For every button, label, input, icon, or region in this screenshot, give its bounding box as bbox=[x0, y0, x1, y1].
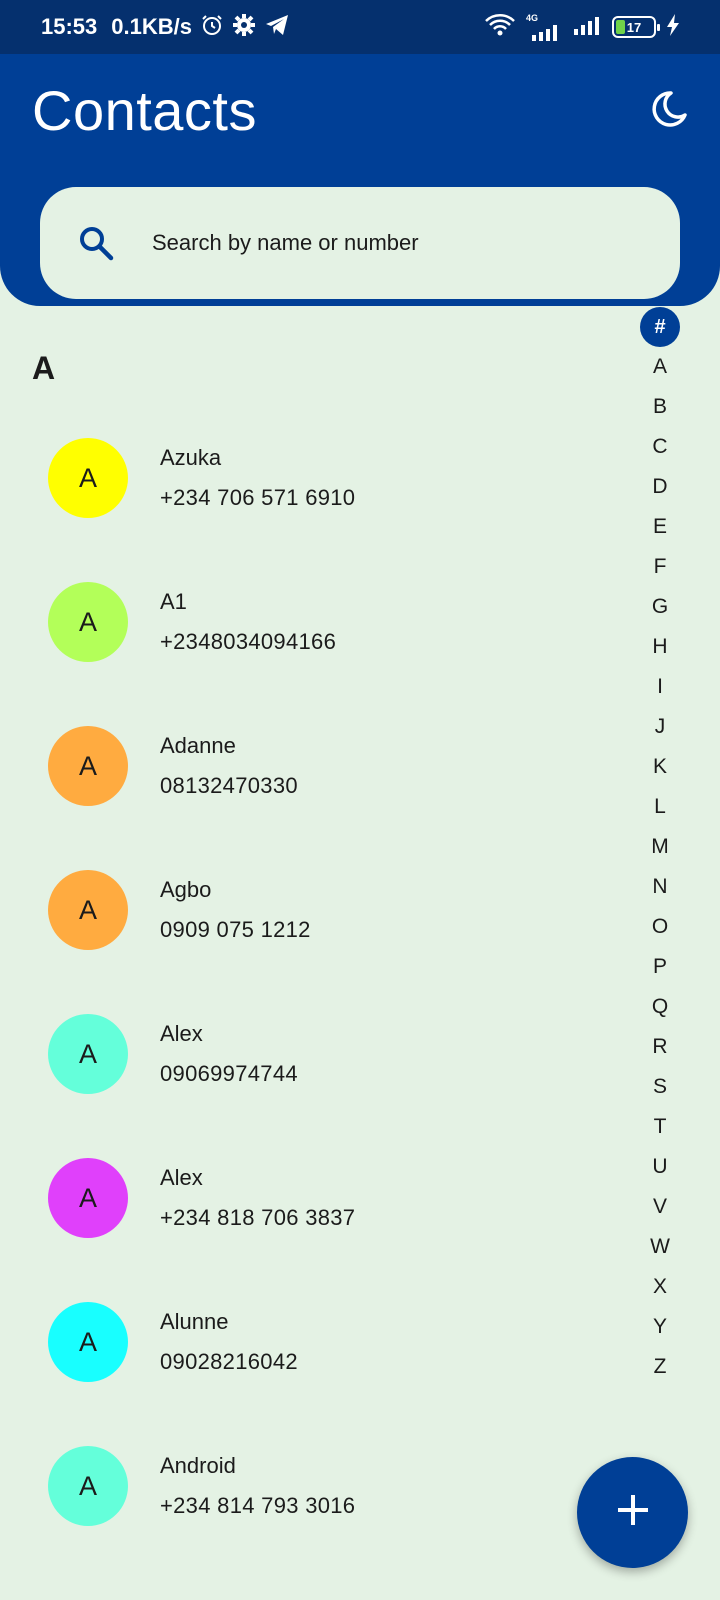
alphabet-index-item[interactable]: Z bbox=[640, 1347, 680, 1387]
alphabet-index-item[interactable]: F bbox=[640, 547, 680, 587]
settings-gear-icon bbox=[232, 13, 256, 42]
plus-icon bbox=[616, 1493, 650, 1532]
contact-list-item[interactable]: A Alex 09069974744 bbox=[0, 982, 620, 1126]
contact-phone: 09028216042 bbox=[160, 1349, 298, 1374]
contact-list-item[interactable]: A A1 +2348034094166 bbox=[0, 550, 620, 694]
wifi-icon bbox=[484, 13, 516, 42]
signal-4g-icon: 4G bbox=[526, 12, 562, 41]
contact-phone: +234 814 793 3016 bbox=[160, 1493, 356, 1518]
contact-text: Alex 09069974744 bbox=[160, 1020, 298, 1088]
alphabet-index-item[interactable]: T bbox=[640, 1107, 680, 1147]
app-header: Contacts bbox=[0, 54, 720, 306]
contact-phone: 09069974744 bbox=[160, 1061, 298, 1086]
contact-avatar: A bbox=[48, 1014, 128, 1094]
contact-text: Agbo 0909 075 1212 bbox=[160, 876, 311, 944]
contact-text: Alunne 09028216042 bbox=[160, 1308, 298, 1376]
status-time: 15:53 bbox=[41, 14, 98, 39]
alphabet-index-item[interactable]: U bbox=[640, 1147, 680, 1187]
contact-list-item[interactable]: A Agbo 0909 075 1212 bbox=[0, 838, 620, 982]
contact-name: Azuka bbox=[160, 445, 222, 470]
battery-icon: 17 bbox=[612, 16, 660, 38]
contact-avatar: A bbox=[48, 1158, 128, 1238]
contact-name: Alex bbox=[160, 1021, 203, 1046]
alphabet-index-item[interactable]: O bbox=[640, 907, 680, 947]
alphabet-index-item[interactable]: Q bbox=[640, 987, 680, 1027]
status-network-speed: 0.1KB/s bbox=[111, 14, 192, 39]
charging-icon bbox=[666, 13, 680, 41]
alphabet-index-item[interactable]: D bbox=[640, 467, 680, 507]
status-bar: 15:53 0.1KB/s 4G 17 bbox=[0, 0, 720, 54]
contact-avatar: A bbox=[48, 582, 128, 662]
search-input[interactable] bbox=[152, 230, 632, 256]
search-bar[interactable] bbox=[40, 187, 680, 299]
contact-avatar: A bbox=[48, 1302, 128, 1382]
alphabet-index-item[interactable]: J bbox=[640, 707, 680, 747]
alphabet-index-item[interactable]: X bbox=[640, 1267, 680, 1307]
telegram-icon bbox=[264, 13, 290, 42]
theme-toggle-button[interactable] bbox=[644, 86, 694, 136]
contact-phone: +2348034094166 bbox=[160, 629, 337, 654]
alphabet-index-item[interactable]: L bbox=[640, 787, 680, 827]
alphabet-index-item[interactable]: R bbox=[640, 1027, 680, 1067]
alphabet-index-item[interactable]: M bbox=[640, 827, 680, 867]
contact-avatar: A bbox=[48, 1446, 128, 1526]
contact-list-item[interactable]: A Alex +234 818 706 3837 bbox=[0, 1126, 620, 1270]
contact-text: Alex +234 818 706 3837 bbox=[160, 1164, 355, 1232]
alphabet-index-item[interactable]: B bbox=[640, 387, 680, 427]
contact-name: Alunne bbox=[160, 1309, 229, 1334]
network-type-label: 4G bbox=[526, 12, 539, 23]
alarm-icon bbox=[200, 13, 224, 42]
alphabet-index-item[interactable]: H bbox=[640, 627, 680, 667]
alphabet-index-item[interactable]: C bbox=[640, 427, 680, 467]
contact-phone: 0909 075 1212 bbox=[160, 917, 311, 942]
alphabet-index-item[interactable]: G bbox=[640, 587, 680, 627]
alphabet-index-item[interactable]: N bbox=[640, 867, 680, 907]
alphabet-index-item[interactable]: V bbox=[640, 1187, 680, 1227]
contact-phone: +234 818 706 3837 bbox=[160, 1205, 356, 1230]
alphabet-index-item[interactable]: I bbox=[640, 667, 680, 707]
contact-list-item[interactable]: A Azuka +234 706 571 6910 bbox=[0, 406, 620, 550]
contact-name: Adanne bbox=[160, 733, 236, 758]
alphabet-index-item[interactable]: E bbox=[640, 507, 680, 547]
search-icon bbox=[76, 223, 116, 263]
alphabet-index-item[interactable]: S bbox=[640, 1067, 680, 1107]
alphabet-index-item[interactable]: W bbox=[640, 1227, 680, 1267]
contact-name: Android bbox=[160, 1453, 236, 1478]
contact-text: Adanne 08132470330 bbox=[160, 732, 298, 800]
contact-name: Alex bbox=[160, 1165, 203, 1190]
alphabet-index-item[interactable]: Y bbox=[640, 1307, 680, 1347]
alphabet-index-item[interactable]: P bbox=[640, 947, 680, 987]
contact-list-item[interactable]: A Android +234 814 793 3016 bbox=[0, 1414, 620, 1558]
add-contact-button[interactable] bbox=[577, 1457, 688, 1568]
alphabet-index: # A B C D E F G H I J K L M N O P Q R S T U V W X Y Z bbox=[640, 307, 680, 1387]
section-header: A bbox=[32, 350, 56, 386]
contact-name: A1 bbox=[160, 589, 187, 614]
alphabet-index-item[interactable]: # bbox=[640, 307, 680, 347]
contact-list: A Azuka +234 706 571 6910 A A1 +2348034094166… bbox=[0, 406, 620, 1558]
contact-avatar: A bbox=[48, 870, 128, 950]
signal-icon bbox=[572, 15, 602, 40]
page-title: Contacts bbox=[32, 79, 257, 142]
contact-name: Agbo bbox=[160, 877, 212, 902]
contact-avatar: A bbox=[48, 438, 128, 518]
battery-level: 17 bbox=[626, 19, 642, 35]
alphabet-index-item[interactable]: K bbox=[640, 747, 680, 787]
contact-phone: +234 706 571 6910 bbox=[160, 485, 356, 510]
contact-text: Azuka +234 706 571 6910 bbox=[160, 444, 355, 512]
contact-list-item[interactable]: A Alunne 09028216042 bbox=[0, 1270, 620, 1414]
contact-list-item[interactable]: A Adanne 08132470330 bbox=[0, 694, 620, 838]
alphabet-index-item[interactable]: A bbox=[640, 347, 680, 387]
contact-text: Android +234 814 793 3016 bbox=[160, 1452, 355, 1520]
contact-phone: 08132470330 bbox=[160, 773, 298, 798]
contact-avatar: A bbox=[48, 726, 128, 806]
contact-text: A1 +2348034094166 bbox=[160, 588, 336, 656]
moon-icon bbox=[649, 89, 689, 134]
